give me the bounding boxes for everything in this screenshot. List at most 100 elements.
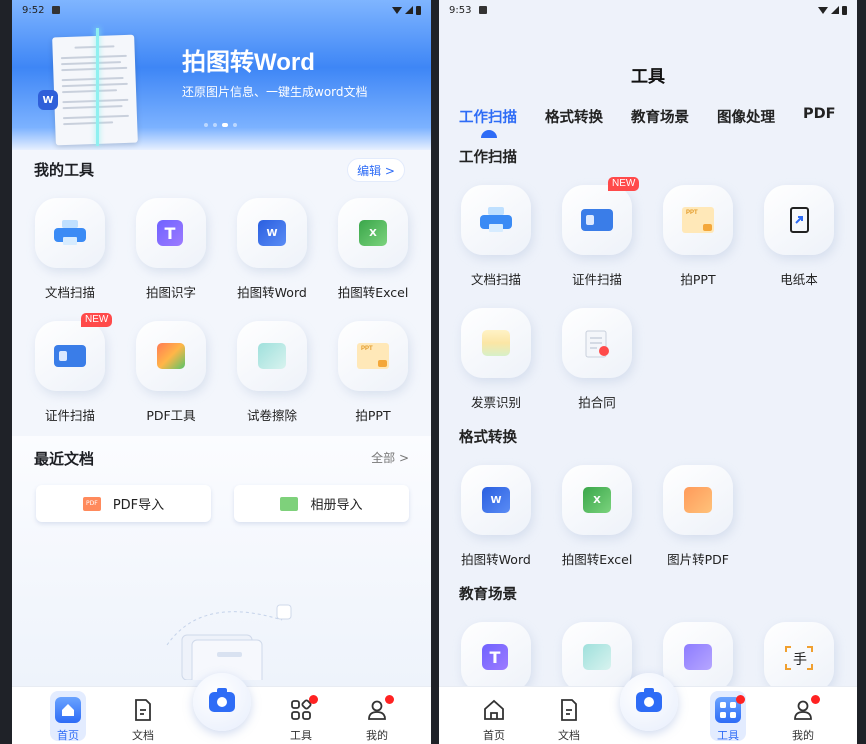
id-card-icon: [581, 207, 613, 233]
pdf-file-icon: PDF: [82, 496, 101, 511]
tab-image[interactable]: 图像处理: [717, 106, 775, 127]
tool-id-scan[interactable]: NEW 证件扫描: [552, 177, 642, 288]
tool-invoice[interactable]: 发票识别: [451, 308, 541, 411]
nav-tools-label: 工具: [290, 729, 312, 742]
section-title-work-scan: 工作扫描: [459, 150, 517, 166]
camera-icon: [209, 688, 235, 712]
nav-docs-label: 文档: [558, 729, 580, 742]
tool-pdf[interactable]: PDF工具: [126, 321, 216, 424]
tool-to-excel[interactable]: X 拍图转Excel: [552, 465, 642, 568]
tool-image-to-pdf[interactable]: 图片转PDF: [653, 465, 743, 568]
image-to-pdf-icon: [682, 487, 714, 513]
edit-button[interactable]: 编辑 >: [347, 158, 405, 182]
tool-label: 文档扫描: [470, 272, 521, 287]
nav-tools[interactable]: 工具: [276, 695, 326, 743]
pdf-import-label: PDF导入: [112, 498, 165, 513]
nav-docs[interactable]: 文档: [118, 697, 168, 743]
scan-line: [96, 28, 99, 146]
battery-icon: [416, 5, 421, 15]
banner-title: 拍图转Word: [182, 49, 315, 76]
promo-banner[interactable]: W 拍图转Word 还原图片信息、一键生成word文档: [12, 0, 431, 150]
nav-tools-label: 工具: [717, 729, 739, 742]
user-icon: [364, 695, 394, 723]
banner-subtitle: 还原图片信息、一键生成word文档: [182, 85, 368, 99]
nav-tools[interactable]: 工具: [703, 695, 753, 743]
recent-docs-title: 最近文档: [34, 450, 95, 468]
handwriting-icon: 手: [783, 644, 815, 670]
word-icon: W: [256, 220, 288, 246]
tool-label: 拍PPT: [680, 272, 716, 287]
nav-home-label: 首页: [57, 729, 79, 742]
nav-home[interactable]: 首页: [469, 697, 519, 743]
category-tabs: 工作扫描 格式转换 教育场景 图像处理 PDF: [459, 106, 836, 138]
bottom-nav: 首页 文档 工具 我的: [439, 673, 857, 744]
tab-format[interactable]: 格式转换: [545, 106, 603, 127]
printer-icon: [480, 207, 512, 233]
tool-label: 试卷擦除: [246, 408, 297, 423]
tool-ppt[interactable]: PPT 拍PPT: [328, 321, 418, 424]
tools-grid-icon: [715, 695, 745, 723]
status-bar: 9:52: [12, 0, 431, 20]
user-icon: [790, 695, 820, 723]
album-import-button[interactable]: 相册导入: [234, 485, 409, 522]
tool-text-recognition[interactable]: T 拍图识字: [126, 198, 216, 301]
nav-mine[interactable]: 我的: [352, 695, 402, 743]
document-illustration: [52, 34, 138, 146]
tool-to-excel[interactable]: X 拍图转Excel: [328, 198, 418, 301]
tab-work-scan[interactable]: 工作扫描: [459, 106, 517, 138]
tool-label: 拍图识字: [145, 285, 196, 300]
e-paper-icon: [783, 207, 815, 233]
tool-exam-erase[interactable]: 试卷擦除: [227, 321, 317, 424]
notes-icon: [682, 644, 714, 670]
tools-screen: 9:53 工具 工作扫描 格式转换 教育场景 图像处理 PDF 工作扫描 文档扫…: [439, 0, 857, 744]
new-badge: NEW: [608, 177, 640, 191]
tool-label: 证件扫描: [571, 272, 622, 287]
tool-to-word[interactable]: W 拍图转Word: [451, 465, 541, 568]
camera-icon: [636, 688, 662, 712]
tool-doc-scan[interactable]: 文档扫描: [25, 198, 115, 301]
wifi-icon: [392, 6, 402, 14]
all-docs-link[interactable]: 全部 >: [371, 449, 409, 466]
invoice-icon: [480, 330, 512, 356]
camera-button[interactable]: [193, 673, 251, 731]
tool-label: 拍PPT: [355, 408, 391, 423]
tool-e-paper[interactable]: 电纸本: [754, 185, 844, 288]
tool-edu-1[interactable]: T: [451, 622, 541, 692]
page-title: 工具: [631, 67, 665, 87]
tool-label: PDF工具: [146, 408, 196, 423]
tools-grid-icon: [288, 695, 318, 723]
sim-icon: [52, 6, 61, 14]
tab-pdf[interactable]: PDF: [803, 106, 836, 127]
tool-ppt[interactable]: PPT 拍PPT: [653, 185, 743, 288]
nav-docs[interactable]: 文档: [544, 697, 594, 743]
tool-to-word[interactable]: W 拍图转Word: [227, 198, 317, 301]
tool-label: 文档扫描: [44, 285, 95, 300]
home-icon: [481, 697, 507, 723]
word-icon: W: [480, 487, 512, 513]
tool-id-scan[interactable]: NEW 证件扫描: [25, 313, 115, 424]
nav-mine-label: 我的: [366, 729, 388, 742]
notification-dot: [736, 695, 745, 704]
nav-home[interactable]: 首页: [43, 697, 93, 743]
notification-dot: [811, 695, 820, 704]
text-recognition-icon: T: [155, 220, 187, 246]
new-badge: NEW: [81, 313, 113, 327]
empty-state-illustration: [166, 604, 292, 680]
pdf-import-button[interactable]: PDF PDF导入: [36, 485, 211, 522]
nav-mine[interactable]: 我的: [778, 695, 828, 743]
camera-button[interactable]: [620, 673, 678, 731]
tool-contract[interactable]: 拍合同: [552, 308, 642, 411]
tool-label: 拍图转Word: [461, 552, 531, 567]
tool-label: 拍图转Excel: [561, 552, 633, 567]
status-time: 9:52: [22, 4, 45, 16]
nav-home-label: 首页: [483, 729, 505, 742]
tool-edu-4[interactable]: 手: [754, 622, 844, 692]
sim-icon: [479, 6, 488, 14]
notification-dot: [385, 695, 394, 704]
status-time: 9:53: [449, 4, 472, 16]
screenshot: W 拍图转Word 还原图片信息、一键生成word文档 9:52 我的工具 编辑…: [0, 0, 866, 744]
tool-doc-scan[interactable]: 文档扫描: [451, 185, 541, 288]
text-recognition-icon: T: [480, 644, 512, 670]
tab-education[interactable]: 教育场景: [631, 106, 689, 127]
tool-label: 证件扫描: [44, 408, 95, 423]
